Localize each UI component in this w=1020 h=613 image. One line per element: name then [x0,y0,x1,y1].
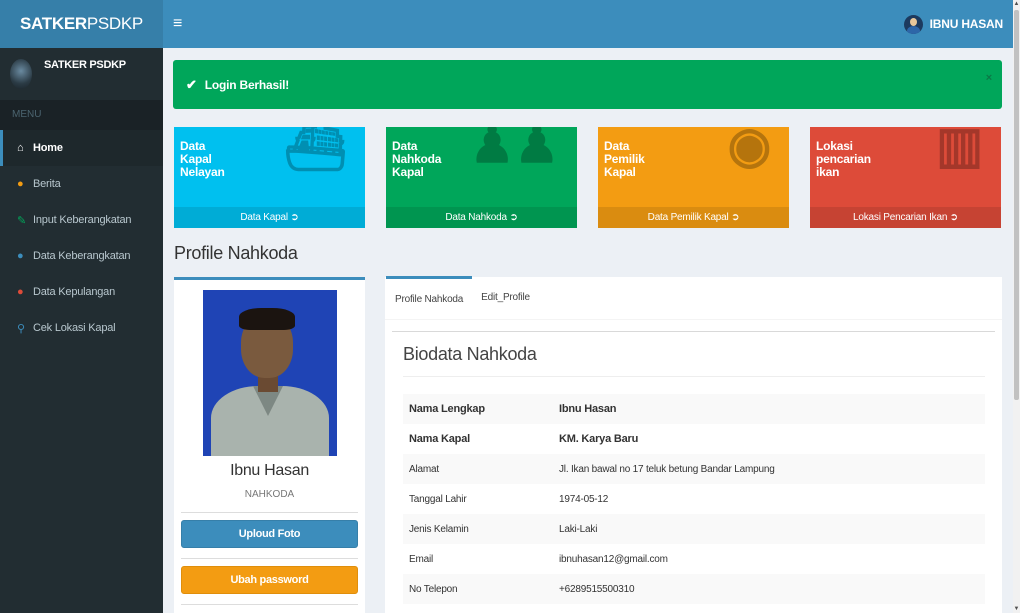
alert-message: Login Berhasil! [204,77,290,92]
sidebar-item-label: Home [33,142,63,154]
info-box-footer-link[interactable]: Data Pemilik Kapal ➲ [598,207,789,228]
edit-icon: ✎ [17,214,27,227]
sidebar-toggle-icon[interactable]: ≡ [173,15,193,33]
scroll-up-arrow-icon[interactable]: ▲ [1013,0,1020,8]
info-box-title: ikan [816,165,840,179]
sidebar-item-label: Input Keberangkatan [33,214,132,226]
sidebar-item-input-keberangkatan[interactable]: ✎ Input Keberangkatan [0,202,163,238]
map-marker-icon: ⚲ [17,322,25,335]
biodata-label: Nama Lengkap [403,394,553,424]
profile-photo [203,290,337,456]
biodata-label: Email [409,553,434,565]
info-box: Lokasi pencarian ikan ▥ Lokasi Pencarian Ika… [810,127,1001,228]
sidebar-item-berita[interactable]: ● Berita [0,166,163,202]
info-icon: ● [17,178,24,190]
top-navbar: ≡ IBNU HASAN [163,0,1013,48]
app-logo[interactable]: SATKER PSDKP [0,0,163,48]
sidebar-item-data-keberangkatan[interactable]: ● Data Keberangkatan [0,238,163,274]
profile-tabs-card: Profile Nahkoda Edit_Profile Biodata Nahk… [385,276,1002,613]
table-row: No Telepon +6289515500310 [403,574,985,604]
page-scrollbar[interactable]: ▲ ▼ [1013,0,1020,613]
tab-bar: Profile Nahkoda Edit_Profile [385,276,1002,320]
info-boxes: Data Kapal Nelayan ⛴ Data Kapal ➲ Data Nahkoda… [174,127,1002,228]
user-icon: ● [17,286,24,298]
sidebar-item-home[interactable]: ⌂ Home [0,130,163,166]
biodata-value: KM. Karya Baru [559,433,639,445]
sidebar-item-label: Cek Lokasi Kapal [33,322,116,334]
scroll-down-arrow-icon[interactable]: ▼ [1013,605,1020,613]
profile-role: NAHKODA [244,489,295,500]
info-box-title: Kapal [604,165,636,179]
home-icon: ⌂ [17,142,24,154]
biodata-value: 1974-05-12 [559,493,609,505]
info-box: Data Kapal Nelayan ⛴ Data Kapal ➲ [174,127,365,228]
user-menu[interactable]: IBNU HASAN [903,14,1004,34]
info-box-title: Kapal [392,165,424,179]
main-header: SATKER PSDKP ≡ IBNU HASAN [0,0,1013,48]
table-row: Jenis Kelamin Laki-Laki [403,514,985,544]
biodata-table: Nama Lengkap Ibnu Hasan Nama Kapal KM. Kary… [403,394,985,604]
table-row: Nama Kapal KM. Karya Baru [403,424,985,454]
sidebar-user-panel: SATKER PSDKP [0,48,163,100]
user-name: IBNU HASAN [929,17,1004,31]
biodata-label: Nama Kapal [409,433,470,445]
divider [181,558,358,559]
divider [181,604,358,605]
sidebar-avatar [10,59,32,89]
divider [181,512,358,513]
info-box: Data Pemilik Kapal ◉ Data Pemilik Kapal ➲ [598,127,789,228]
sidebar-item-cek-lokasi-kapal[interactable]: ⚲ Cek Lokasi Kapal [0,310,163,346]
user-icon: ● [17,250,24,262]
check-icon: ✔ [186,76,197,92]
sidebar-item-label: Data Kepulangan [33,286,116,298]
biodata-value: ibnuhasan12@gmail.com [559,553,668,565]
user-avatar [903,14,923,34]
biodata-label: Tanggal Lahir [409,493,467,505]
profile-name: Ibnu Hasan [230,462,309,479]
table-row: Alamat Jl. Ikan bawal no 17 teluk betung … [403,454,985,484]
biodata-value: Ibnu Hasan [553,394,985,424]
biodata-label: Jenis Kelamin [403,514,553,544]
biodata-label: No Telepon [403,574,553,604]
sidebar: SATKER PSDKP MENU ⌂ Home ● Berita ✎ Input Keb… [0,48,163,613]
login-success-alert: ✔ Login Berhasil! × [173,60,1002,109]
sidebar-panel-name: SATKER PSDKP [44,59,126,71]
logo-bold-text: SATKER [20,14,87,33]
tab-profile-nahkoda[interactable]: Profile Nahkoda [386,276,473,319]
sidebar-item-data-kepulangan[interactable]: ● Data Kepulangan [0,274,163,310]
logo-thin-text: PSDKP [86,14,143,33]
divider [403,376,985,377]
table-row: Email ibnuhasan12@gmail.com [403,544,985,574]
content-wrapper: ✔ Login Berhasil! × Data Kapal Nelayan ⛴ Dat… [163,48,1013,613]
biodata-value: +6289515500310 [553,574,985,604]
tab-content: Biodata Nahkoda Nama Lengkap Ibnu Hasan Na… [392,331,995,611]
info-box: Data Nahkoda Kapal ♟♟ Data Nahkoda ➲ [386,127,577,228]
info-box-title: Nelayan [180,165,225,179]
sidebar-item-label: Berita [33,178,61,190]
table-row: Nama Lengkap Ibnu Hasan [403,394,985,424]
scroll-thumb[interactable] [1014,10,1019,400]
profile-card: Ibnu Hasan NAHKODA Uploud Foto Ubah pass… [174,277,365,613]
biodata-label: Alamat [403,454,553,484]
page-title: Profile Nahkoda [174,243,298,263]
upload-photo-button[interactable]: Uploud Foto [181,520,358,548]
close-icon[interactable]: × [986,72,992,84]
biodata-value: Jl. Ikan bawal no 17 teluk betung Bandar… [553,454,985,484]
info-box-footer-link[interactable]: Data Nahkoda ➲ [386,207,577,228]
table-row: Tanggal Lahir 1974-05-12 [403,484,985,514]
sidebar-menu: ⌂ Home ● Berita ✎ Input Keberangkatan ● Data Ke… [0,130,163,346]
info-box-footer-link[interactable]: Data Kapal ➲ [174,207,365,228]
biodata-title: Biodata Nahkoda [403,344,537,364]
info-box-footer-link[interactable]: Lokasi Pencarian Ikan ➲ [810,207,1001,228]
change-password-button[interactable]: Ubah password [181,566,358,594]
info-box-title: pencarian [816,152,871,166]
tab-edit-profile[interactable]: Edit_Profile [472,276,539,319]
sidebar-item-label: Data Keberangkatan [33,250,131,262]
sidebar-menu-header: MENU [0,100,163,130]
biodata-value: Laki-Laki [553,514,985,544]
